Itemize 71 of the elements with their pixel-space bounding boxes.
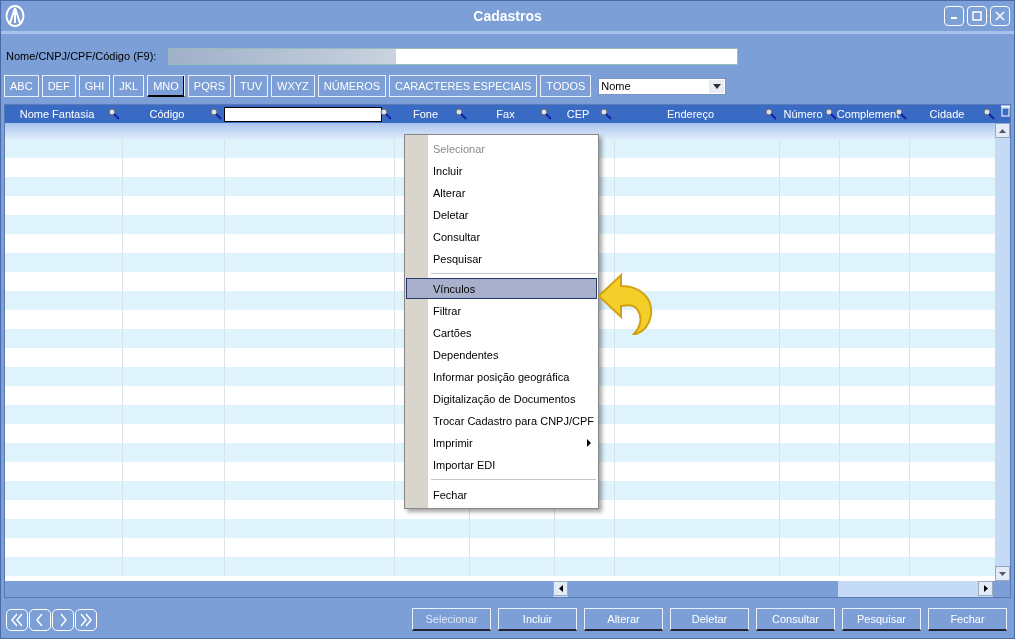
- letter-filter-button[interactable]: CARACTERES ESPECIAIS: [389, 75, 538, 97]
- magnifier-icon[interactable]: [600, 108, 613, 120]
- action-button[interactable]: Alterar: [584, 608, 663, 631]
- menu-item[interactable]: Vínculos: [406, 278, 597, 299]
- vertical-scrollbar[interactable]: [995, 123, 1010, 581]
- scroll-right-icon[interactable]: [983, 585, 988, 592]
- action-button[interactable]: Incluir: [498, 608, 577, 631]
- sort-dropdown[interactable]: Nome: [598, 77, 727, 95]
- letter-filter-button[interactable]: JKL: [113, 75, 145, 97]
- window-title: Cadastros: [473, 8, 542, 24]
- action-button[interactable]: Pesquisar: [842, 608, 921, 631]
- column-header[interactable]: Fax: [496, 108, 515, 120]
- letter-filter-button[interactable]: WXYZ: [271, 75, 315, 97]
- close-icon: [995, 11, 1005, 21]
- scroll-left-icon[interactable]: [558, 585, 563, 592]
- menu-item[interactable]: Digitalização de Documentos: [406, 388, 597, 409]
- menu-item[interactable]: Fechar: [406, 484, 597, 505]
- menu-item[interactable]: Deletar: [406, 204, 597, 225]
- menu-item[interactable]: Consultar: [406, 226, 597, 247]
- action-button[interactable]: Fechar: [928, 608, 1007, 631]
- maximize-button[interactable]: [967, 6, 987, 26]
- letter-filter-button[interactable]: MNO: [147, 75, 185, 97]
- menu-item[interactable]: Trocar Cadastro para CNPJ/CPF: [406, 410, 597, 431]
- column-header[interactable]: CEP: [566, 108, 590, 120]
- column-header[interactable]: Nome Fantasia: [19, 108, 95, 120]
- magnifier-icon[interactable]: [983, 108, 996, 120]
- menu-item[interactable]: Alterar: [406, 182, 597, 203]
- scroll-up-icon[interactable]: [999, 128, 1006, 133]
- scroll-down-icon[interactable]: [999, 571, 1006, 576]
- search-label: Nome/CNPJ/CPF/Código (F9):: [6, 50, 157, 62]
- column-header[interactable]: Complement: [836, 108, 900, 120]
- logo-icon: [5, 5, 25, 27]
- letter-filter-button[interactable]: GHI: [78, 75, 111, 97]
- menu-item[interactable]: Incluir: [406, 160, 597, 181]
- magnifier-icon[interactable]: [455, 108, 468, 120]
- next-icon[interactable]: [52, 608, 74, 631]
- magnifier-icon[interactable]: [108, 108, 121, 120]
- letter-filter-button[interactable]: DEF: [41, 75, 76, 97]
- action-button[interactable]: Consultar: [756, 608, 835, 631]
- minimize-button[interactable]: [944, 6, 964, 26]
- magnifier-icon[interactable]: [540, 108, 553, 120]
- letter-filter-button[interactable]: PQRS: [187, 75, 231, 97]
- last-record-icon[interactable]: [75, 608, 97, 631]
- magnifier-icon[interactable]: [210, 108, 223, 120]
- letter-filter-button[interactable]: TUV: [234, 75, 268, 97]
- column-header[interactable]: Código: [149, 108, 185, 120]
- trash-icon[interactable]: [1001, 105, 1010, 117]
- column-filter-field[interactable]: [224, 106, 382, 122]
- close-button[interactable]: [990, 6, 1010, 26]
- menu-item[interactable]: Imprimir: [406, 432, 597, 453]
- maximize-icon: [972, 11, 982, 21]
- action-button[interactable]: Deletar: [670, 608, 749, 631]
- first-record-icon[interactable]: [6, 608, 28, 631]
- column-header[interactable]: Endereço: [666, 108, 715, 120]
- column-header[interactable]: Cidade: [929, 108, 965, 120]
- letter-filter-button[interactable]: ABC: [4, 75, 39, 97]
- column-header[interactable]: Fone: [412, 108, 439, 120]
- letter-filter-button[interactable]: TODOS: [540, 75, 592, 97]
- menu-item[interactable]: Importar EDI: [406, 454, 597, 475]
- menu-item[interactable]: Filtrar: [406, 300, 597, 321]
- menu-item[interactable]: Dependentes: [406, 344, 597, 365]
- menu-item[interactable]: Pesquisar: [406, 248, 597, 269]
- letter-filter-button[interactable]: NÚMEROS: [317, 75, 387, 97]
- menu-item[interactable]: Cartões: [406, 322, 597, 343]
- search-field[interactable]: [168, 47, 739, 65]
- horizontal-scrollbar[interactable]: [553, 581, 993, 597]
- column-header[interactable]: Número: [783, 108, 823, 120]
- magnifier-icon[interactable]: [765, 108, 778, 120]
- magnifier-icon[interactable]: [825, 108, 838, 120]
- previous-icon[interactable]: [29, 608, 51, 631]
- magnifier-icon[interactable]: [380, 108, 393, 120]
